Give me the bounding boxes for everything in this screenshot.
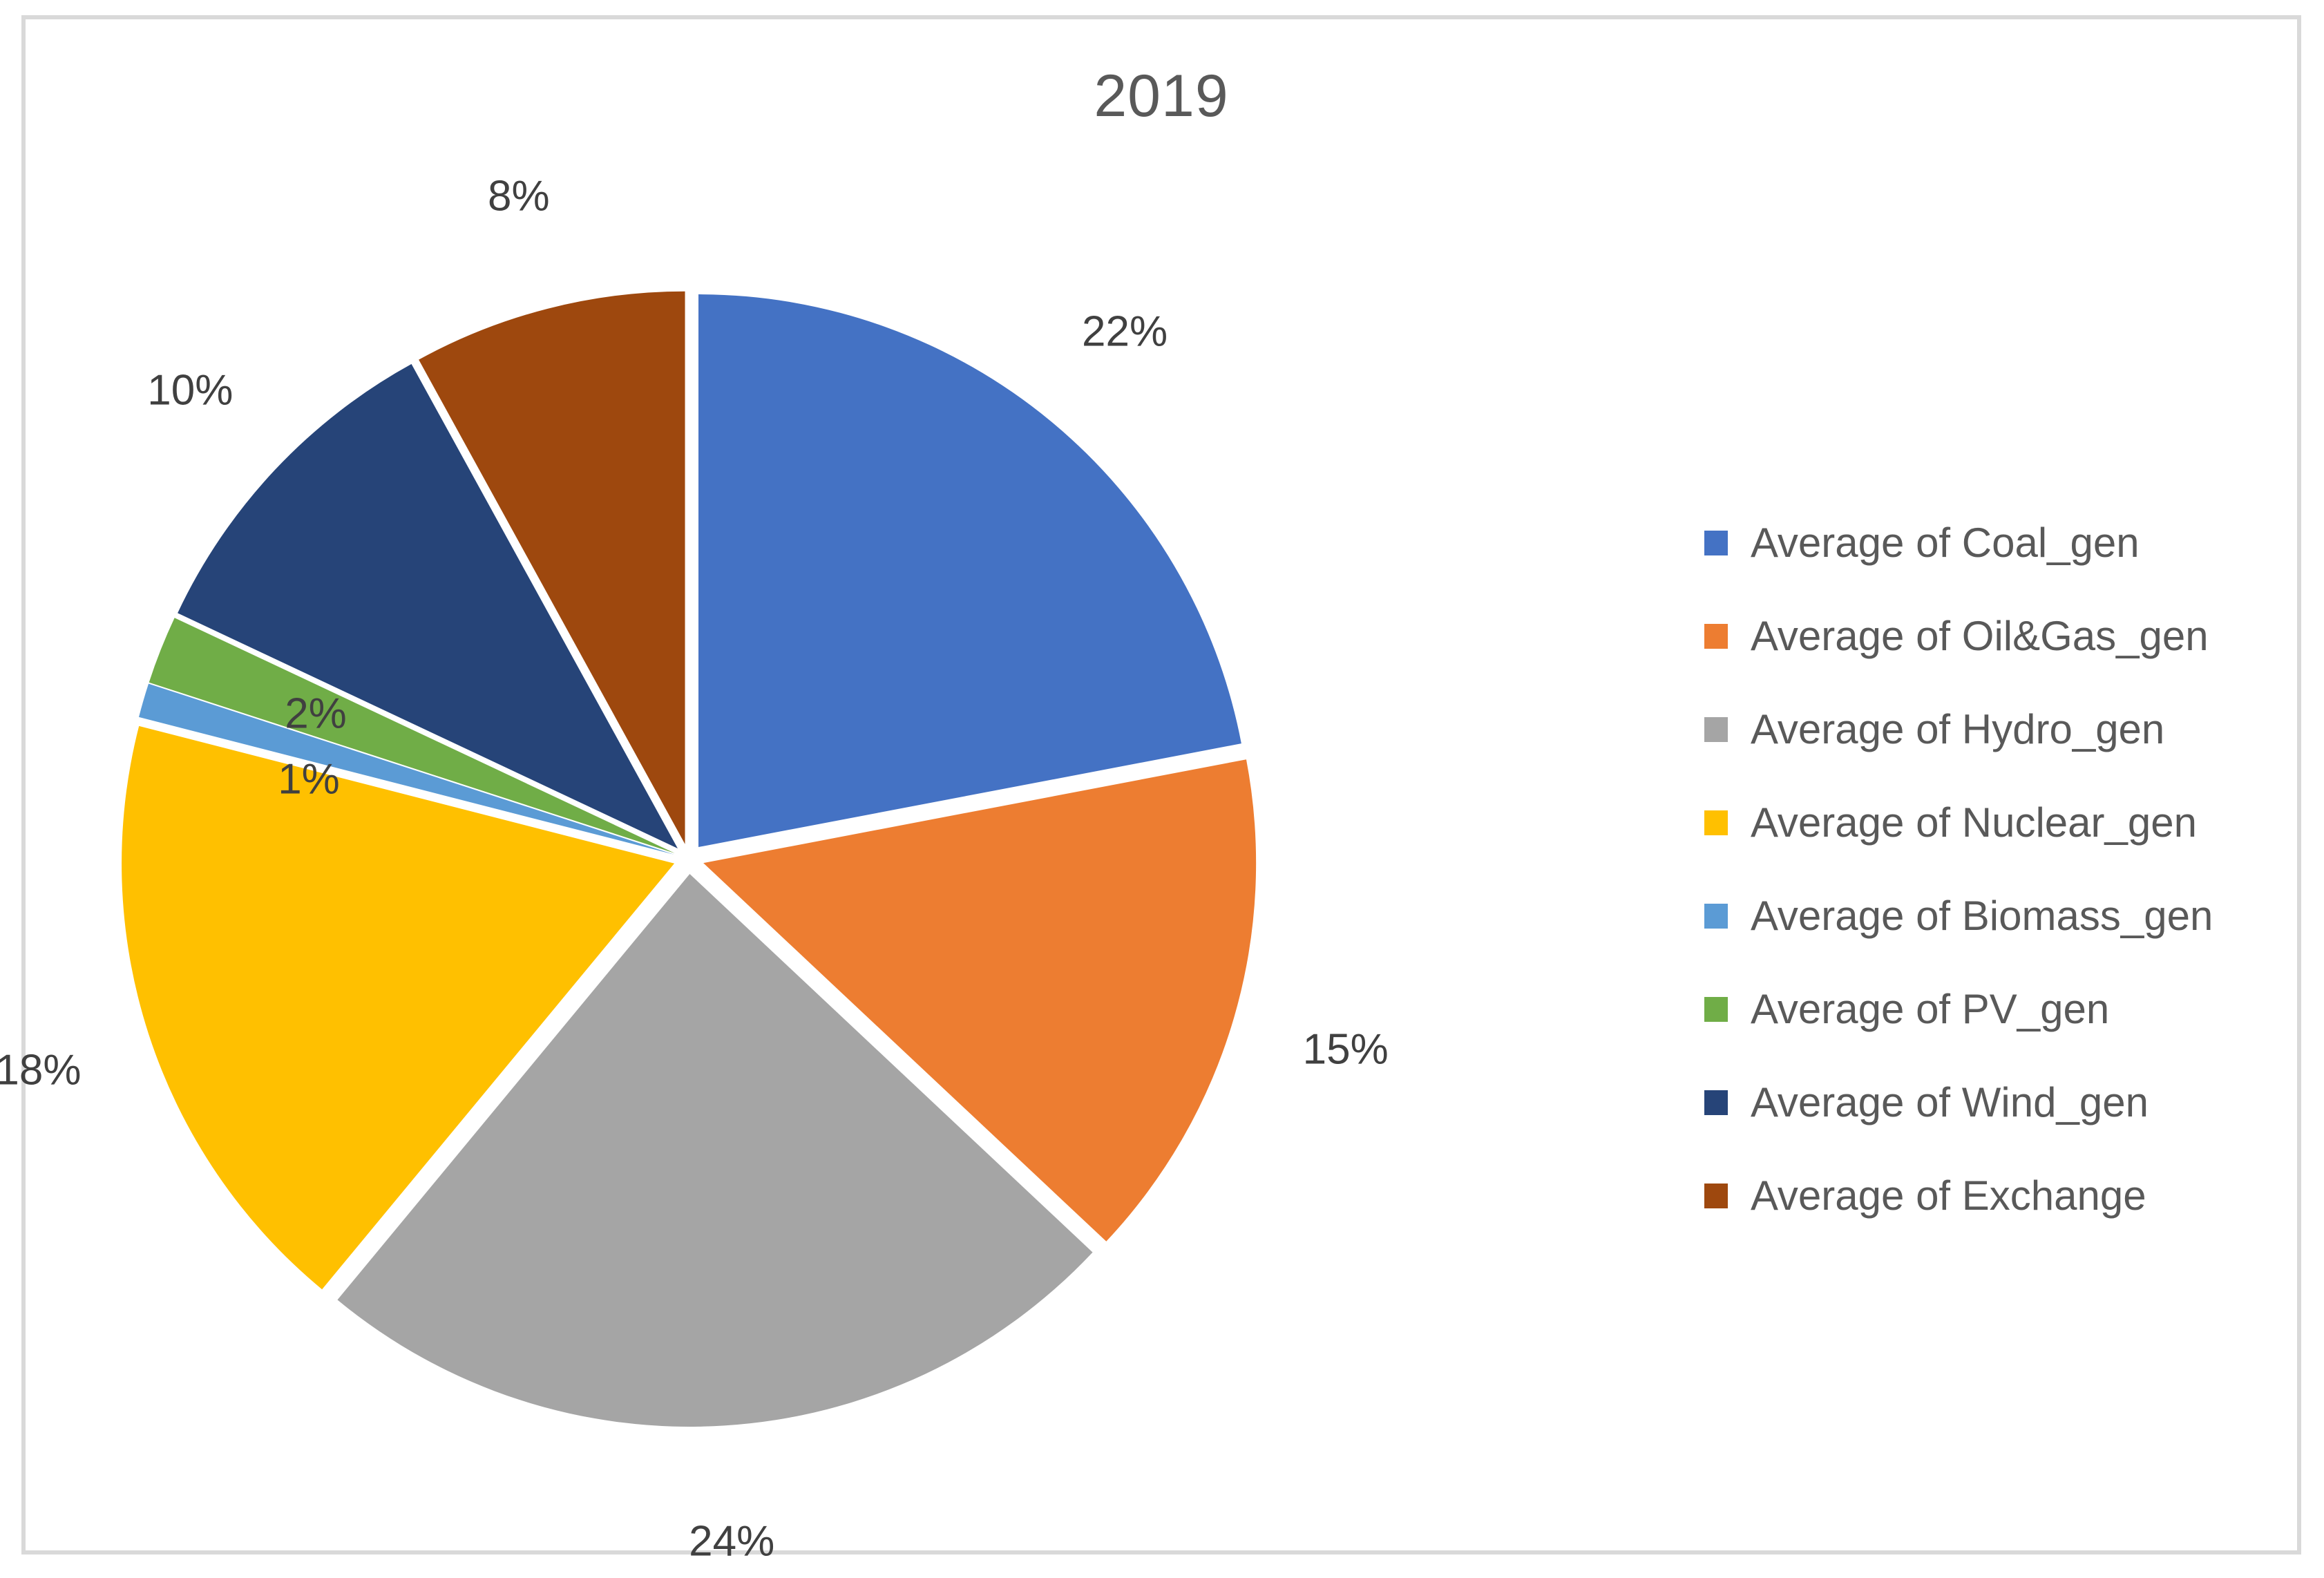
legend-item[interactable]: Average of Oil&Gas_gen xyxy=(1704,589,2271,683)
pie-slice[interactable] xyxy=(698,294,1241,848)
pie-slice-label: 8% xyxy=(487,172,550,220)
legend-item[interactable]: Average of Hydro_gen xyxy=(1704,683,2271,776)
legend-item[interactable]: Average of Exchange xyxy=(1704,1149,2271,1242)
legend-item-label: Average of Wind_gen xyxy=(1751,1079,2149,1125)
legend-item-label: Average of Biomass_gen xyxy=(1751,893,2213,939)
legend-item[interactable]: Average of PV_gen xyxy=(1704,962,2271,1056)
legend-item-label: Average of Exchange xyxy=(1751,1172,2146,1219)
pie-slice-label: 18% xyxy=(0,1046,82,1094)
legend-swatch-icon xyxy=(1704,810,1728,835)
legend-swatch-icon xyxy=(1704,1183,1728,1208)
pie-slice-label: 22% xyxy=(1082,307,1168,356)
legend-swatch-icon xyxy=(1704,623,1728,649)
legend-item-label: Average of Nuclear_gen xyxy=(1751,799,2197,846)
legend-item[interactable]: Average of Coal_gen xyxy=(1704,496,2271,589)
legend-swatch-icon xyxy=(1704,903,1728,929)
pie-slice-label: 24% xyxy=(689,1517,775,1566)
chart-title: 2019 xyxy=(1094,63,1229,129)
pie-slice-label: 15% xyxy=(1302,1025,1389,1074)
legend-item-label: Average of Coal_gen xyxy=(1751,520,2140,566)
chart-frame: 2019 22% 15% 24% 18% 1% 2% 10% 8% Average of Co… xyxy=(0,15,2301,1564)
legend-item-label: Average of PV_gen xyxy=(1751,986,2110,1032)
legend-item[interactable]: Average of Biomass_gen xyxy=(1704,869,2271,962)
pie-slice-label: 10% xyxy=(147,366,234,415)
legend-swatch-icon xyxy=(1704,530,1728,555)
legend-swatch-icon xyxy=(1704,996,1728,1022)
legend-swatch-icon xyxy=(1704,1090,1728,1115)
legend-item[interactable]: Average of Wind_gen xyxy=(1704,1056,2271,1149)
pie-chart[interactable] xyxy=(108,158,1615,1532)
pie-slice-label: 2% xyxy=(285,690,347,738)
pie-plot-area[interactable]: 22% 15% 24% 18% 1% 2% 10% 8% xyxy=(0,158,1615,1563)
pie-slice-group[interactable] xyxy=(122,291,1257,1427)
legend-swatch-icon xyxy=(1704,716,1728,742)
legend-item-label: Average of Oil&Gas_gen xyxy=(1751,613,2209,659)
legend-item-label: Average of Hydro_gen xyxy=(1751,706,2165,752)
chart-legend[interactable]: Average of Coal_gen Average of Oil&Gas_ge… xyxy=(1704,496,2271,1242)
legend-item[interactable]: Average of Nuclear_gen xyxy=(1704,776,2271,869)
pie-slice-label: 1% xyxy=(278,755,340,804)
